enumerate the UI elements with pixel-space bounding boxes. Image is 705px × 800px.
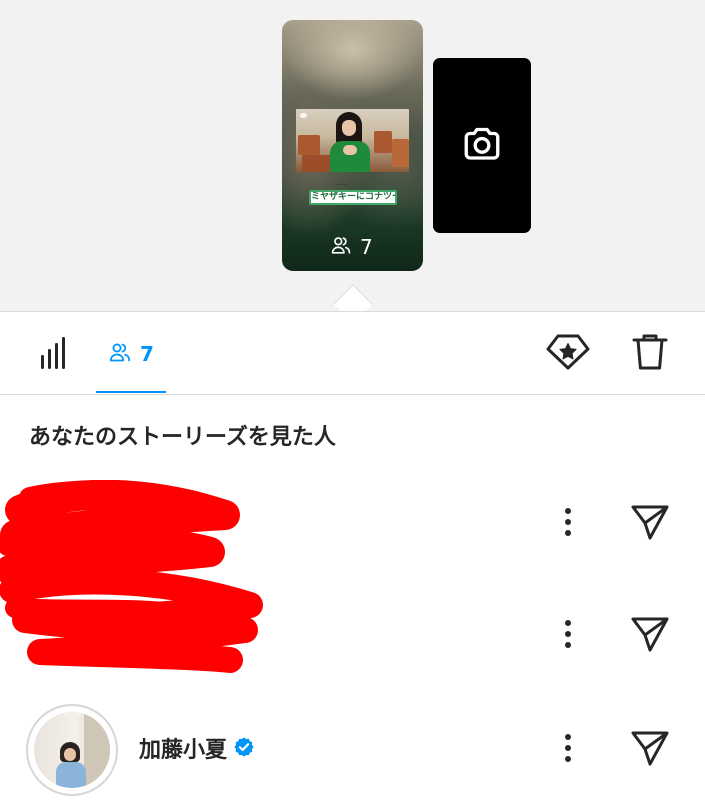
viewers-section-title: あなたのストーリーズを見た人: [29, 425, 336, 450]
add-story-camera-tile[interactable]: [433, 58, 531, 233]
viewer-options-button[interactable]: [548, 502, 588, 546]
send-icon: [630, 503, 670, 545]
avatar[interactable]: [26, 704, 118, 796]
verified-badge-icon: [233, 736, 255, 767]
bar-chart-icon: [39, 335, 71, 373]
divider: [0, 394, 705, 395]
story-thumbnail[interactable]: ミヤザキーにコナツー 7: [282, 20, 423, 271]
viewer-row[interactable]: [0, 474, 705, 574]
send-message-button[interactable]: [626, 500, 674, 548]
story-toolbar: 7: [0, 312, 705, 395]
tab-viewers-count: 7: [140, 341, 154, 366]
trash-icon: [631, 332, 669, 376]
more-vertical-icon: [564, 507, 572, 541]
send-message-button[interactable]: [626, 612, 674, 660]
story-photo: [296, 109, 409, 172]
add-to-highlight-button[interactable]: [544, 330, 592, 378]
send-icon: [630, 615, 670, 657]
viewer-row[interactable]: [0, 586, 705, 686]
tab-insights[interactable]: [26, 312, 84, 395]
viewer-options-button[interactable]: [548, 728, 588, 772]
story-viewers-screen: ミヤザキーにコナツー 7 7 あなたのストーリーズを見た人 加藤小夏: [0, 0, 705, 800]
story-viewer-count-number: 7: [360, 235, 373, 259]
story-viewer-count: 7: [330, 235, 373, 259]
viewer-options-button[interactable]: [548, 614, 588, 658]
story-doodle: [335, 184, 349, 187]
viewer-username-text: 加藤小夏: [139, 738, 228, 763]
avatar-image: [34, 712, 110, 788]
highlight-star-icon: [545, 332, 591, 376]
people-icon: [108, 340, 132, 368]
viewer-username[interactable]: 加藤小夏: [139, 736, 255, 766]
story-caption-sticker: ミヤザキーにコナツー: [309, 190, 397, 205]
send-message-button[interactable]: [626, 726, 674, 774]
more-vertical-icon: [564, 619, 572, 653]
delete-story-button[interactable]: [626, 330, 674, 378]
camera-icon: [461, 123, 503, 169]
people-icon: [330, 234, 352, 260]
more-vertical-icon: [564, 733, 572, 767]
active-tab-indicator: [96, 391, 166, 393]
viewer-row[interactable]: 加藤小夏: [0, 700, 705, 800]
tab-viewers[interactable]: 7: [96, 312, 166, 395]
story-preview-area: ミヤザキーにコナツー 7: [0, 0, 705, 324]
send-icon: [630, 729, 670, 771]
